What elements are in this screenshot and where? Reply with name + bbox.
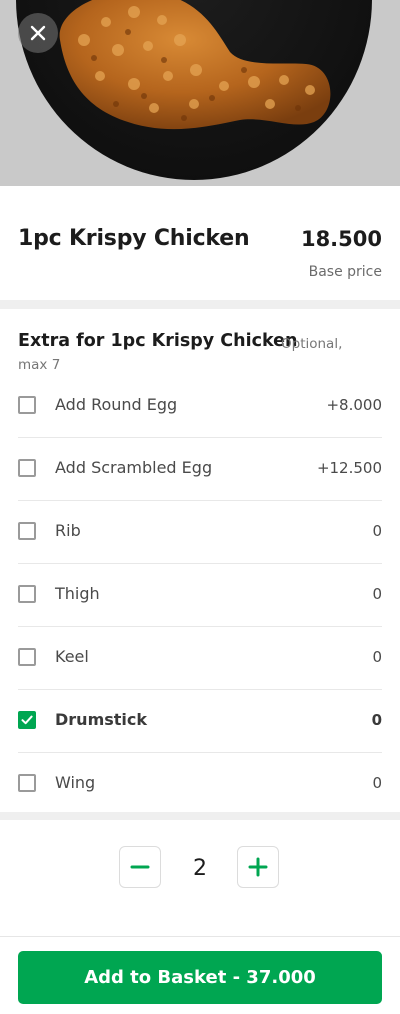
add-to-basket-button[interactable]: Add to Basket - 37.000	[18, 951, 382, 1004]
option-price: 0	[372, 648, 382, 666]
product-header: 1pc Krispy Chicken 18.500 Base price	[0, 186, 400, 300]
option-row-wing[interactable]: Wing 0	[18, 753, 382, 816]
checkbox[interactable]	[18, 711, 36, 729]
checkbox[interactable]	[18, 585, 36, 603]
option-price: 0	[372, 522, 382, 540]
option-label: Wing	[55, 773, 96, 792]
option-label: Drumstick	[55, 710, 148, 729]
option-row-round-egg[interactable]: Add Round Egg +8.000	[18, 375, 382, 438]
option-row-scrambled-egg[interactable]: Add Scrambled Egg +12.500	[18, 438, 382, 501]
checkbox[interactable]	[18, 774, 36, 792]
price-caption: Base price	[308, 264, 382, 280]
extras-max-label: max 7	[18, 357, 61, 373]
option-price: 0	[371, 711, 382, 729]
option-price: 0	[372, 585, 382, 603]
footer-bar: Add to Basket - 37.000	[0, 937, 400, 1014]
checkbox[interactable]	[18, 396, 36, 414]
option-row-keel[interactable]: Keel 0	[18, 627, 382, 690]
extras-title: Extra for 1pc Krispy Chicken	[18, 331, 298, 351]
product-image	[0, 0, 400, 186]
section-divider	[0, 300, 400, 309]
extras-section: Extra for 1pc Krispy Chicken Optional, m…	[0, 309, 400, 816]
check-icon	[21, 715, 33, 725]
option-label: Add Scrambled Egg	[55, 458, 213, 477]
section-divider	[0, 812, 400, 820]
option-row-drumstick[interactable]: Drumstick 0	[18, 690, 382, 753]
option-price: 0	[372, 774, 382, 792]
option-price: +12.500	[316, 459, 382, 477]
product-price: 18.500	[300, 227, 382, 251]
close-button[interactable]	[18, 13, 58, 53]
close-icon	[30, 25, 46, 41]
option-row-thigh[interactable]: Thigh 0	[18, 564, 382, 627]
checkbox[interactable]	[18, 522, 36, 540]
checkbox[interactable]	[18, 648, 36, 666]
option-label: Thigh	[55, 584, 100, 603]
option-label: Rib	[55, 521, 81, 540]
option-label: Keel	[55, 647, 89, 666]
decrease-quantity-button[interactable]	[119, 846, 161, 888]
checkbox[interactable]	[18, 459, 36, 477]
extras-option-list: Add Round Egg +8.000 Add Scrambled Egg +…	[0, 375, 400, 816]
option-label: Add Round Egg	[55, 395, 178, 414]
option-price: +8.000	[326, 396, 382, 414]
quantity-value: 2	[193, 856, 207, 881]
option-row-rib[interactable]: Rib 0	[18, 501, 382, 564]
extras-optional-label: Optional,	[281, 336, 343, 352]
minus-icon	[130, 865, 150, 869]
chicken-illustration	[59, 0, 331, 130]
plus-icon	[248, 857, 268, 877]
product-name: 1pc Krispy Chicken	[18, 226, 250, 251]
increase-quantity-button[interactable]	[237, 846, 279, 888]
quantity-stepper: 2	[0, 820, 400, 936]
